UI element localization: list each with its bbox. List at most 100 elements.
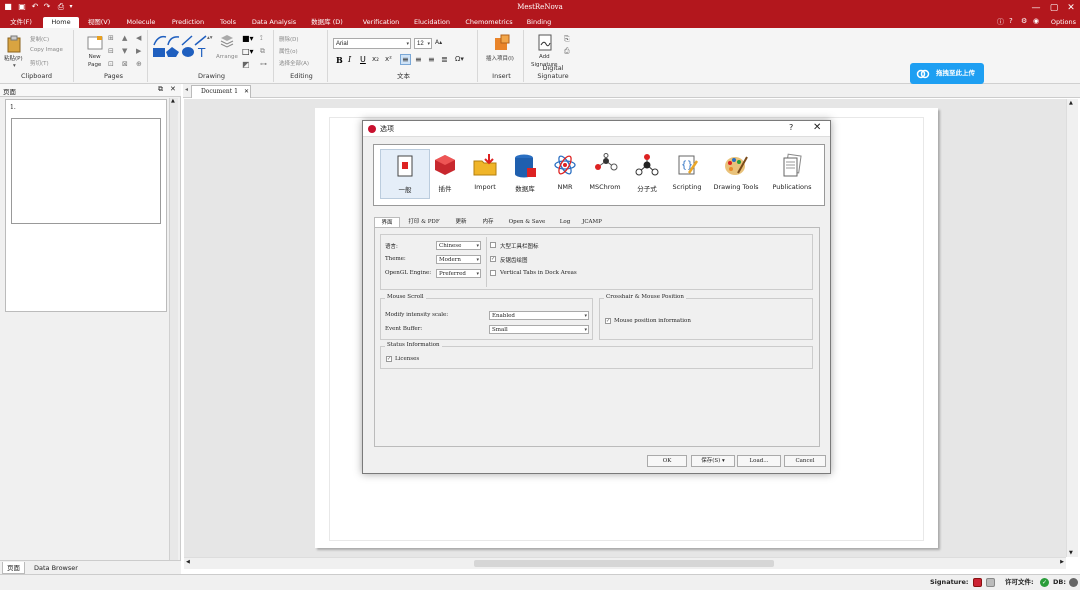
- align-right-icon[interactable]: ≡: [428, 55, 435, 64]
- arrange-button[interactable]: Arrange: [216, 54, 238, 60]
- tab-prediction[interactable]: Prediction: [167, 17, 209, 28]
- new-page-button[interactable]: New Page: [88, 53, 101, 69]
- cut-button[interactable]: 剪切(T): [30, 59, 49, 67]
- cancel-button[interactable]: Cancel: [784, 455, 826, 467]
- minimize-icon[interactable]: —: [1030, 2, 1042, 14]
- page-down-icon[interactable]: ▼: [122, 47, 127, 55]
- page-right-icon[interactable]: ▶: [136, 47, 141, 55]
- tab-verification[interactable]: Verification: [358, 17, 404, 28]
- antialias-checkbox[interactable]: ✓: [490, 256, 496, 262]
- superscript-icon[interactable]: x²: [385, 55, 392, 63]
- event-buffer-select[interactable]: Small ▾: [489, 325, 589, 334]
- tab-data-analysis[interactable]: Data Analysis: [248, 17, 300, 28]
- modify-intensity-select[interactable]: Enabled ▾: [489, 311, 589, 320]
- pages-panel-scrollbar[interactable]: ▲ ▼: [169, 98, 178, 566]
- globe-icon[interactable]: ◉: [1033, 17, 1039, 25]
- load-button[interactable]: Load...: [737, 455, 781, 467]
- align-left-icon[interactable]: ≡: [400, 54, 411, 65]
- tab-pages[interactable]: 页面: [2, 562, 25, 574]
- font-select[interactable]: Arial ▾: [333, 38, 411, 49]
- db-status-icon[interactable]: [1069, 578, 1078, 587]
- drawing-shapes-icon[interactable]: T: [152, 34, 210, 58]
- license-ok-icon[interactable]: ✓: [1040, 578, 1049, 587]
- tab-home[interactable]: Home: [43, 17, 79, 28]
- licenses-checkbox[interactable]: ✓: [386, 356, 392, 362]
- new-page-icon[interactable]: [86, 35, 104, 51]
- insert-object-button[interactable]: 插入项目(I): [486, 54, 514, 62]
- scroll-down-icon[interactable]: ▼: [1069, 550, 1073, 556]
- info-icon[interactable]: ⓘ: [997, 17, 1004, 27]
- add-signature-icon[interactable]: [537, 34, 553, 51]
- verify-signature-icon[interactable]: ⎙: [564, 47, 570, 56]
- paste-button[interactable]: 粘贴(P): [4, 54, 23, 62]
- page-left-icon[interactable]: ◀: [136, 34, 141, 42]
- help-icon[interactable]: ?: [1009, 17, 1013, 25]
- subscript-icon[interactable]: x₂: [372, 55, 379, 63]
- underline-button[interactable]: U: [360, 55, 366, 64]
- dialog-help-button[interactable]: ?: [789, 123, 793, 132]
- bold-button[interactable]: B: [336, 55, 343, 65]
- page-thumbnail[interactable]: [11, 118, 161, 224]
- distribute-icon[interactable]: ⊶: [260, 60, 267, 68]
- symbol-icon[interactable]: Ω▾: [455, 55, 464, 63]
- settings-icon[interactable]: ⚙: [1021, 17, 1027, 25]
- close-tab-icon[interactable]: ✕: [244, 86, 249, 98]
- tab-chemometrics[interactable]: Chemometrics: [462, 17, 516, 28]
- page-fit-icon[interactable]: ⊡: [108, 60, 114, 68]
- tab-print-pdf[interactable]: 打印 & PDF: [403, 217, 445, 227]
- scroll-left-icon[interactable]: ◀: [186, 559, 190, 565]
- select-all-button[interactable]: 选择全部(A): [279, 59, 309, 67]
- copy-button[interactable]: 复制(C): [30, 35, 49, 43]
- large-toolbar-icons-checkbox[interactable]: [490, 242, 496, 248]
- fill-color-icon[interactable]: ■▾: [242, 34, 254, 43]
- page-last-icon[interactable]: ⊕: [136, 60, 142, 68]
- document-tab[interactable]: Document 1 ✕: [191, 85, 251, 98]
- horizontal-scroll-thumb[interactable]: [474, 560, 774, 567]
- float-panel-icon[interactable]: ⧉: [158, 85, 163, 94]
- opengl-select[interactable]: Preferred ▾: [436, 269, 481, 278]
- page-up-icon[interactable]: ▲: [122, 34, 127, 42]
- maximize-icon[interactable]: ▢: [1048, 2, 1060, 14]
- category-scripting[interactable]: {} Scripting: [662, 149, 712, 199]
- insert-object-icon[interactable]: [493, 34, 511, 52]
- signature-settings-icon[interactable]: ⎘: [564, 35, 570, 44]
- tab-file[interactable]: 文件(F): [4, 17, 38, 28]
- language-select[interactable]: Chinese ▾: [436, 241, 481, 250]
- ok-button[interactable]: OK: [647, 455, 687, 467]
- signature-info-icon[interactable]: [986, 578, 995, 587]
- tab-log[interactable]: Log: [555, 217, 575, 227]
- paste-dropdown-icon[interactable]: ▾: [13, 63, 16, 69]
- delete-button[interactable]: 删除(D): [279, 35, 299, 43]
- close-panel-icon[interactable]: ✕: [170, 85, 176, 93]
- options-menu[interactable]: Options: [1051, 17, 1076, 28]
- font-size-select[interactable]: 12 ▾: [414, 38, 432, 49]
- close-icon[interactable]: ✕: [1065, 2, 1077, 14]
- paste-icon[interactable]: [6, 35, 22, 53]
- scroll-up-icon[interactable]: ▲: [1069, 100, 1073, 106]
- align-center-icon[interactable]: ≡: [415, 55, 422, 64]
- group-icon[interactable]: ⧉: [260, 47, 265, 56]
- tab-open-save[interactable]: Open & Save: [503, 217, 551, 227]
- layers-icon[interactable]: [220, 34, 234, 48]
- signature-status-icon[interactable]: [973, 578, 982, 587]
- tab-view[interactable]: 视图(V): [84, 17, 114, 28]
- page-zoom-icon[interactable]: ⊠: [122, 60, 128, 68]
- vertical-tabs-checkbox[interactable]: [490, 270, 496, 276]
- justify-icon[interactable]: ≣: [441, 55, 448, 64]
- shapes-scroll-icon[interactable]: ▴▾: [207, 35, 213, 41]
- tab-interface[interactable]: 界面: [374, 217, 400, 227]
- tab-elucidation[interactable]: Elucidation: [410, 17, 454, 28]
- category-publications[interactable]: Publications: [766, 149, 818, 199]
- horizontal-scrollbar[interactable]: ◀ ▶: [184, 557, 1066, 569]
- tab-tools[interactable]: Tools: [214, 17, 242, 28]
- align-icon[interactable]: ⟟: [260, 34, 263, 43]
- mouse-position-checkbox[interactable]: ✓: [605, 318, 611, 324]
- scroll-up-icon[interactable]: ▲: [171, 98, 175, 104]
- tab-scroll-left-icon[interactable]: ◂: [185, 86, 188, 93]
- tab-molecule[interactable]: Molecule: [120, 17, 162, 28]
- dialog-close-button[interactable]: ✕: [813, 122, 821, 133]
- tab-database[interactable]: 数据库 (D): [306, 17, 348, 28]
- select-tool-icon[interactable]: ◩: [242, 60, 250, 69]
- tab-jcamp[interactable]: JCAMP: [579, 217, 605, 227]
- italic-button[interactable]: I: [348, 55, 351, 64]
